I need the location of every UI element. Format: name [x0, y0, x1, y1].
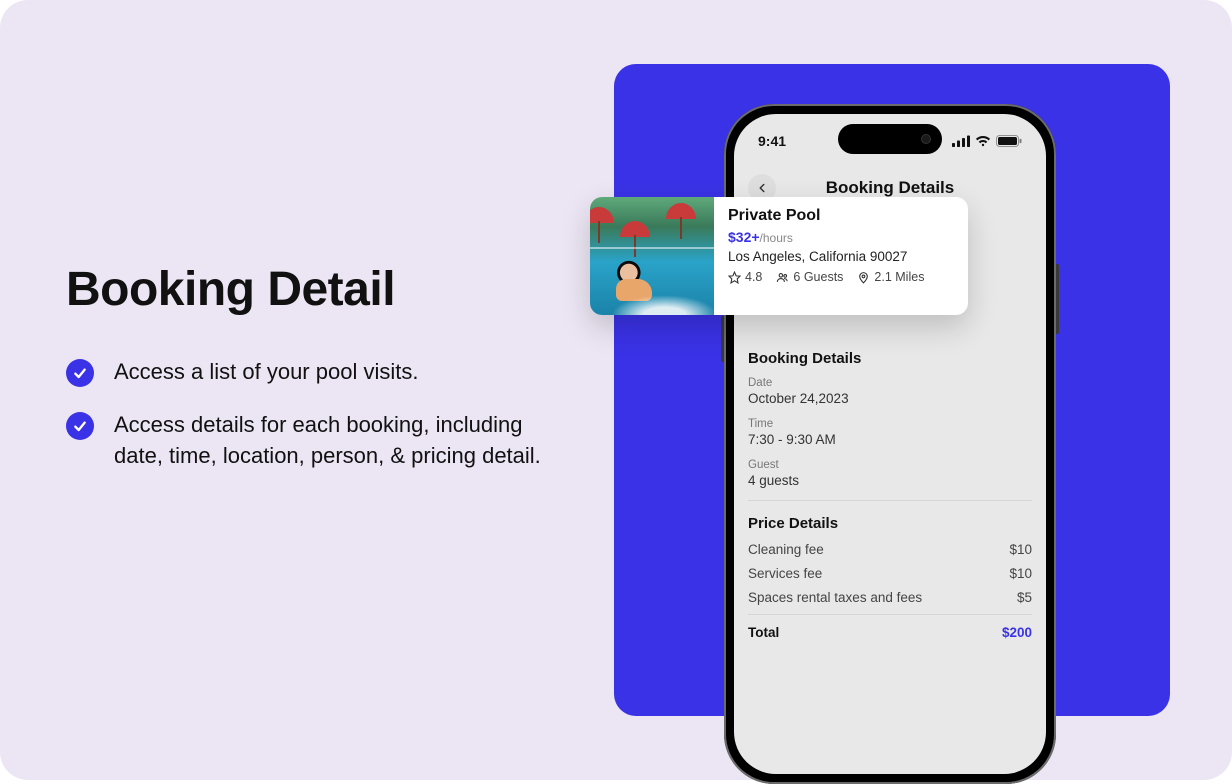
guests-value: 6 Guests [793, 270, 843, 284]
listing-location: Los Angeles, California 90027 [728, 249, 954, 264]
listing-price: $32+/hours [728, 229, 954, 245]
status-indicators [952, 135, 1022, 147]
price-row: Services fee $10 [748, 566, 1032, 581]
feature-text: Access details for each booking, includi… [114, 410, 546, 472]
page-title: Booking Detail [66, 262, 546, 317]
total-label: Total [748, 625, 779, 640]
pin-icon [857, 271, 870, 284]
section-title: Price Details [748, 515, 1032, 532]
device-panel: Private Pool $32+/hours Los Angeles, Cal… [614, 64, 1170, 716]
detail-row: Time 7:30 - 9:30 AM [748, 418, 1032, 447]
feature-item: Access a list of your pool visits. [66, 357, 546, 388]
guests-icon [776, 271, 789, 284]
total-value: $200 [1002, 625, 1032, 640]
price-details-section: Price Details Cleaning fee $10 Services … [748, 515, 1032, 640]
wifi-icon [975, 135, 991, 147]
price-label: Spaces rental taxes and fees [748, 590, 922, 605]
detail-label: Guest [748, 459, 1032, 471]
detail-label: Date [748, 377, 1032, 389]
listing-card[interactable]: Private Pool $32+/hours Los Angeles, Cal… [590, 197, 968, 315]
price-total-row: Total $200 [748, 614, 1032, 640]
battery-icon [996, 135, 1022, 147]
price-value: $10 [1009, 566, 1032, 581]
feature-slide: Booking Detail Access a list of your poo… [0, 0, 1232, 780]
rating-value: 4.8 [745, 270, 762, 284]
cellular-icon [952, 135, 970, 147]
detail-value: 4 guests [748, 473, 1032, 488]
price-row: Cleaning fee $10 [748, 542, 1032, 557]
price-amount: $32+ [728, 229, 760, 245]
divider [748, 500, 1032, 501]
price-value: $5 [1017, 590, 1032, 605]
distance-value: 2.1 Miles [874, 270, 924, 284]
section-title: Booking Details [748, 350, 1032, 367]
status-time: 9:41 [758, 133, 786, 149]
listing-image [590, 197, 714, 315]
check-icon [66, 412, 94, 440]
listing-title: Private Pool [728, 207, 954, 225]
feature-item: Access details for each booking, includi… [66, 410, 546, 472]
left-column: Booking Detail Access a list of your poo… [66, 262, 546, 493]
guests: 6 Guests [776, 270, 843, 284]
distance: 2.1 Miles [857, 270, 924, 284]
price-value: $10 [1009, 542, 1032, 557]
feature-text: Access a list of your pool visits. [114, 357, 418, 388]
price-label: Cleaning fee [748, 542, 824, 557]
dynamic-island [838, 124, 942, 154]
rating: 4.8 [728, 270, 762, 284]
detail-value: 7:30 - 9:30 AM [748, 432, 1032, 447]
star-icon [728, 271, 741, 284]
price-unit: /hours [760, 231, 793, 245]
detail-value: October 24,2023 [748, 391, 1032, 406]
feature-list: Access a list of your pool visits. Acces… [66, 357, 546, 471]
price-row: Spaces rental taxes and fees $5 [748, 590, 1032, 605]
detail-row: Guest 4 guests [748, 459, 1032, 488]
listing-body: Private Pool $32+/hours Los Angeles, Cal… [714, 197, 968, 315]
listing-meta: 4.8 6 Guests 2.1 Miles [728, 270, 954, 284]
check-icon [66, 359, 94, 387]
detail-row: Date October 24,2023 [748, 377, 1032, 406]
screen-title: Booking Details [748, 178, 1032, 198]
price-label: Services fee [748, 566, 822, 581]
detail-label: Time [748, 418, 1032, 430]
